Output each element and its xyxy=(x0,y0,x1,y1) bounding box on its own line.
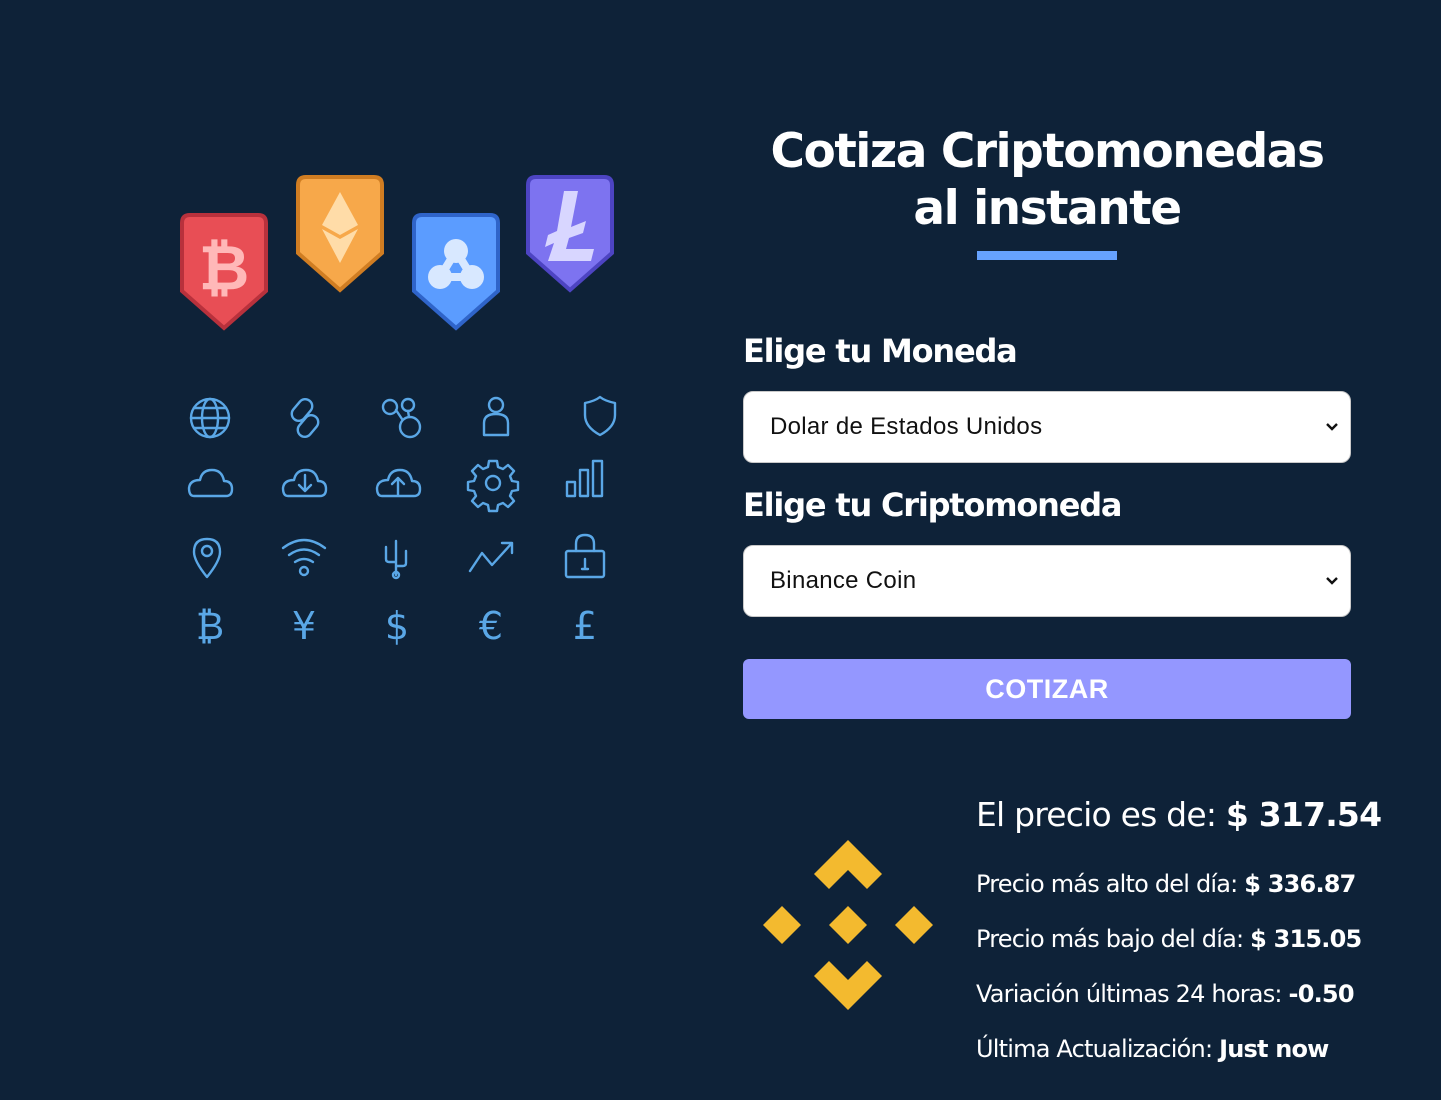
currency-select[interactable]: Dolar de Estados Unidos xyxy=(743,391,1351,463)
last-update-value: Just now xyxy=(1219,1035,1329,1063)
chevron-down-icon xyxy=(1326,577,1338,585)
crypto-select[interactable]: Binance Coin xyxy=(743,545,1351,617)
lock-icon xyxy=(564,533,606,579)
price-label: El precio es de: xyxy=(976,795,1217,834)
bar-chart-icon xyxy=(565,459,604,498)
cloud-icon xyxy=(187,468,234,498)
shield-icon xyxy=(583,395,617,437)
price-value: $ 317.54 xyxy=(1225,795,1382,834)
gear-icon xyxy=(466,459,520,513)
crypto-selected-value: Binance Coin xyxy=(770,567,917,594)
high-price-value: $ 336.87 xyxy=(1244,870,1356,898)
litecoin-badge xyxy=(526,175,614,293)
yen-icon: ¥ xyxy=(292,604,316,648)
globe-icon xyxy=(189,397,231,439)
low-price-value: $ 315.05 xyxy=(1250,925,1362,953)
binance-coin-logo xyxy=(763,840,933,1010)
high-price-line: Precio más alto del día: $ 336.87 xyxy=(976,869,1356,899)
bitcoin-badge: ₿ xyxy=(180,213,268,331)
title-underline xyxy=(977,251,1117,260)
crypto-label: Elige tu Criptomoneda xyxy=(743,486,1123,524)
chevron-down-icon xyxy=(1326,423,1338,431)
pound-icon: £ xyxy=(573,604,597,648)
svg-text:₿: ₿ xyxy=(199,231,250,304)
price-line: El precio es de: $ 317.54 xyxy=(976,795,1382,835)
last-update-label: Última Actualización: xyxy=(976,1035,1213,1063)
cloud-download-icon xyxy=(281,468,328,498)
dollar-icon: $ xyxy=(385,604,409,648)
link-icon xyxy=(290,397,320,439)
location-pin-icon xyxy=(192,537,222,579)
change-label: Variación últimas 24 horas: xyxy=(976,980,1283,1008)
user-icon xyxy=(482,396,510,437)
crypto-illustration: ₿ ₿ ¥ $ € £ xyxy=(170,165,630,655)
crypto-illustration-svg: ₿ ₿ ¥ $ € £ xyxy=(180,175,617,648)
ripple-badge xyxy=(412,213,500,331)
cotizar-button[interactable]: COTIZAR xyxy=(743,659,1351,719)
ethereum-badge xyxy=(296,175,384,293)
low-price-label: Precio más bajo del día: xyxy=(976,925,1244,953)
cloud-upload-icon xyxy=(375,468,422,498)
high-price-label: Precio más alto del día: xyxy=(976,870,1238,898)
page-title: Cotiza Criptomonedas al instante xyxy=(770,124,1325,236)
usb-icon xyxy=(384,539,408,580)
change-line: Variación últimas 24 horas: -0.50 xyxy=(976,979,1355,1009)
trend-up-icon xyxy=(468,541,514,573)
currency-selected-value: Dolar de Estados Unidos xyxy=(770,413,1043,440)
network-icon xyxy=(381,397,422,439)
change-value: -0.50 xyxy=(1288,980,1355,1008)
currency-label: Elige tu Moneda xyxy=(743,332,1018,370)
euro-icon: € xyxy=(479,604,503,648)
last-update-line: Última Actualización: Just now xyxy=(976,1034,1329,1064)
bitcoin-symbol-icon: ₿ xyxy=(196,604,224,648)
wifi-icon xyxy=(281,538,327,577)
low-price-line: Precio más bajo del día: $ 315.05 xyxy=(976,924,1362,954)
